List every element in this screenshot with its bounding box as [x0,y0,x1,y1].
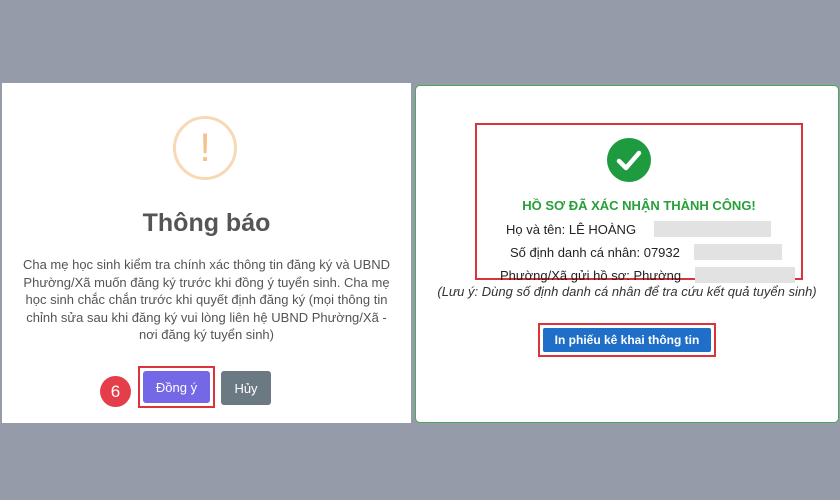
check-circle-icon [607,138,651,182]
exclamation-icon: ! [173,116,237,180]
confirm-button[interactable]: Đồng ý [143,371,210,403]
exclamation-glyph: ! [199,126,211,170]
success-panel: HỒ SƠ ĐÃ XÁC NHẬN THÀNH CÔNG! Họ và tên:… [415,85,839,423]
id-redacted [694,244,782,260]
lookup-note: (Lưu ý: Dùng số định danh cá nhân để tra… [437,284,817,299]
ward-text: Phường/Xã gửi hồ sơ: Phường [500,268,682,283]
confirm-dialog: ! Thông báo Cha mẹ học sinh kiểm tra chí… [2,83,411,423]
success-highlight-frame: HỒ SƠ ĐÃ XÁC NHẬN THÀNH CÔNG! Họ và tên:… [475,123,803,283]
dialog-message: Cha mẹ học sinh kiểm tra chính xác thông… [22,257,391,342]
name-text: Họ và tên: LÊ HOÀNG [506,222,637,237]
confirm-highlight-frame: Đồng ý [138,366,215,408]
success-title: HỒ SƠ ĐÃ XÁC NHẬN THÀNH CÔNG! [522,198,756,213]
step-badge: 6 [100,376,131,407]
dialog-title: Thông báo [142,209,271,237]
checkmark-icon [616,150,642,171]
cancel-button[interactable]: Hủy [221,371,271,405]
name-redacted [654,221,771,237]
ward-redacted [695,267,795,283]
print-highlight-frame: In phiếu kê khai thông tin [538,323,716,357]
id-text: Số định danh cá nhân: 07932 [510,245,680,260]
print-form-button[interactable]: In phiếu kê khai thông tin [543,328,711,352]
